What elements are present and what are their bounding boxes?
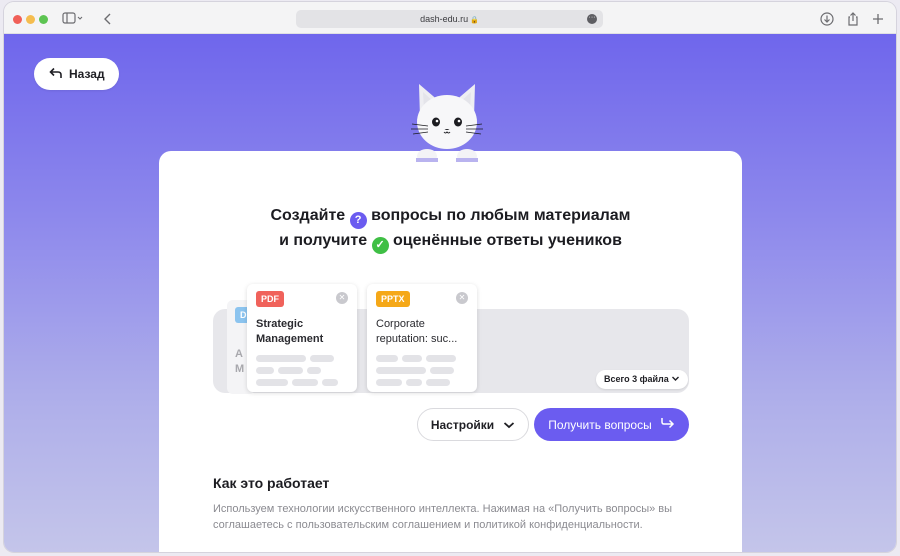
how-it-works-title: Как это работает xyxy=(213,475,330,491)
file-card-pdf[interactable]: PDF ✕ Strategic Management xyxy=(247,284,357,392)
headline-text: оценённые ответы учеников xyxy=(393,232,622,249)
file-title: Strategic Management xyxy=(256,318,324,345)
file-title: A M xyxy=(235,348,245,375)
skeleton-line xyxy=(292,379,318,386)
get-questions-label: Получить вопросы xyxy=(548,417,652,432)
share-icon[interactable] xyxy=(845,11,861,27)
skeleton-line xyxy=(256,379,288,386)
more-options-icon[interactable]: ··· xyxy=(587,14,597,24)
chevron-down-icon xyxy=(671,374,680,384)
total-files-dropdown[interactable]: Всего 3 файла xyxy=(596,370,689,389)
total-files-label: Всего 3 файла xyxy=(604,374,669,384)
page-title: Создайте ? вопросы по любым материалам и… xyxy=(159,204,742,254)
skeleton-line xyxy=(426,355,456,362)
browser-window: dash-edu.ru 🔒 ··· Назад Создайте ? вопрос… xyxy=(4,2,896,552)
back-button-label: Назад xyxy=(69,67,105,81)
file-card-pptx[interactable]: PPTX ✕ Corporate reputation: suc... xyxy=(367,284,477,392)
skeleton-line xyxy=(406,379,422,386)
url-text: dash-edu.ru xyxy=(420,14,469,24)
skeleton-line xyxy=(430,367,454,374)
remove-file-icon[interactable]: ✕ xyxy=(336,292,348,304)
skeleton-line xyxy=(426,379,450,386)
chevron-down-icon xyxy=(503,418,515,432)
skeleton-line xyxy=(310,355,334,362)
headline-text: вопросы по любым материалам xyxy=(371,207,631,224)
arrow-turn-left-icon xyxy=(49,67,62,82)
get-questions-button[interactable]: Получить вопросы xyxy=(534,408,689,441)
new-tab-icon[interactable] xyxy=(870,11,886,27)
page-viewport: Назад Создайте ? вопросы по любым матери… xyxy=(4,34,896,552)
skeleton-line xyxy=(278,367,303,374)
settings-button[interactable]: Настройки xyxy=(417,408,529,441)
skeleton-line xyxy=(376,367,426,374)
skeleton-line xyxy=(307,367,321,374)
main-card: Создайте ? вопросы по любым материалам и… xyxy=(159,151,742,552)
address-bar[interactable]: dash-edu.ru 🔒 ··· xyxy=(296,10,603,28)
sidebar-toggle-icon[interactable] xyxy=(62,11,83,27)
remove-file-icon[interactable]: ✕ xyxy=(456,292,468,304)
settings-label: Настройки xyxy=(430,417,495,432)
back-button[interactable]: Назад xyxy=(34,58,119,90)
download-icon[interactable] xyxy=(819,11,835,27)
minimize-window-button[interactable] xyxy=(26,15,35,24)
maximize-window-button[interactable] xyxy=(39,15,48,24)
how-it-works-text: Используем технологии искусственного инт… xyxy=(213,503,673,531)
back-nav-icon[interactable] xyxy=(101,11,117,27)
skeleton-line xyxy=(376,379,402,386)
skeleton-line xyxy=(256,355,306,362)
skeleton-line xyxy=(256,367,274,374)
skeleton-line xyxy=(402,355,422,362)
headline-text: и получите xyxy=(279,232,368,249)
question-mark-icon: ? xyxy=(349,212,367,229)
file-type-tag: PDF xyxy=(256,291,284,307)
check-circle-icon: ✓ xyxy=(371,237,389,254)
file-type-tag: PPTX xyxy=(376,291,410,307)
skeleton-line xyxy=(376,355,398,362)
close-window-button[interactable] xyxy=(13,15,22,24)
cat-mascot-image xyxy=(406,80,488,163)
file-title: Corporate reputation: suc... xyxy=(376,318,458,345)
skeleton-line xyxy=(322,379,338,386)
lock-icon: 🔒 xyxy=(470,17,479,24)
browser-toolbar: dash-edu.ru 🔒 ··· xyxy=(4,2,896,34)
arrow-right-icon xyxy=(660,417,675,432)
headline-text: Создайте xyxy=(270,207,346,224)
